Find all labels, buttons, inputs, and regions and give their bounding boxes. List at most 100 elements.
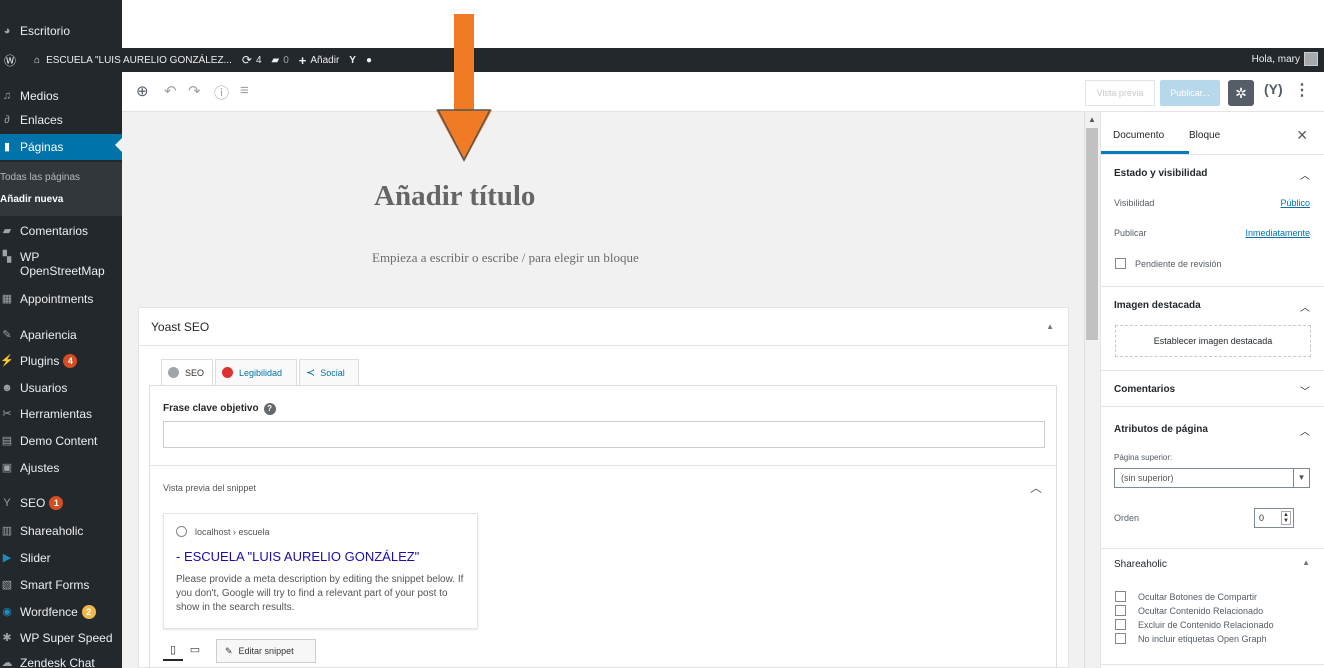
yoast-adminbar-icon[interactable]: Y — [349, 55, 356, 66]
chevron-up-icon[interactable]: ︿ — [1030, 479, 1042, 496]
users-icon: ☻ — [1, 382, 13, 394]
sidebar-item-slider[interactable]: ▶ Slider — [0, 551, 122, 565]
tab-bloque[interactable]: Bloque — [1189, 130, 1220, 141]
add-block-icon[interactable]: ⊕ — [136, 82, 149, 100]
sidebar-item-seo[interactable]: Y SEO 1 — [0, 496, 122, 510]
updates-count: 4 — [255, 54, 262, 66]
exclude-related-content-checkbox[interactable] — [1115, 619, 1126, 630]
status-visibility-title[interactable]: Estado y visibilidad — [1114, 168, 1207, 179]
submenu-add-new[interactable]: Añadir nueva — [0, 194, 63, 205]
chevron-up-icon[interactable]: ︿ — [1300, 423, 1310, 438]
sidebar-item-enlaces[interactable]: ∂ Enlaces — [0, 113, 122, 127]
chevron-up-icon[interactable]: ︿ — [1300, 299, 1310, 314]
sidebar-item-shareaholic[interactable]: ▥ Shareaholic — [0, 524, 122, 538]
order-number-input[interactable]: 0 ▲ ▼ — [1254, 508, 1294, 528]
sidebar-item-wp-super-speed[interactable]: ✱ WP Super Speed — [0, 631, 122, 645]
page-attributes-title[interactable]: Atributos de página — [1114, 424, 1208, 435]
featured-image-title[interactable]: Imagen destacada — [1114, 300, 1201, 311]
sidebar-item-smart-forms[interactable]: ▧ Smart Forms — [0, 578, 122, 592]
sidebar-item-paginas[interactable]: ▮ Páginas — [0, 134, 122, 160]
snippet-preview-label[interactable]: Vista previa del snippet — [163, 483, 256, 493]
scroll-up-arrow-icon[interactable]: ▲ — [1084, 115, 1100, 124]
yoast-panel-header[interactable]: Yoast SEO ▲ — [139, 308, 1068, 346]
sidebar-item-medios[interactable]: ♫ Medios — [0, 89, 122, 103]
yoast-toolbar-icon[interactable]: (Y) — [1264, 81, 1283, 97]
block-appender[interactable]: Empieza a escribir o escribe / para eleg… — [372, 250, 639, 266]
publish-button[interactable]: Publicar... — [1160, 80, 1220, 106]
divider — [1101, 154, 1324, 155]
sidebar-item-usuarios[interactable]: ☻ Usuarios — [0, 381, 122, 395]
sidebar-item-demo-content[interactable]: ▤ Demo Content — [0, 434, 122, 448]
sidebar-item-escritorio[interactable]: ◕ Escritorio — [0, 24, 122, 38]
tab-documento[interactable]: Documento — [1113, 130, 1164, 141]
info-icon[interactable]: ⓘ — [214, 82, 229, 103]
sidebar-item-ajustes[interactable]: ▣ Ajustes — [0, 461, 122, 475]
sidebar-item-openstreetmap[interactable]: ▚ WP OpenStreetMap — [0, 250, 122, 278]
submenu-all-pages[interactable]: Todas las páginas — [0, 172, 80, 183]
chevron-up-icon[interactable]: ︿ — [1300, 167, 1310, 182]
pending-review-checkbox[interactable] — [1115, 258, 1126, 269]
mobile-preview-icon[interactable]: ▯ — [163, 639, 183, 661]
collapse-caret-icon[interactable]: ▲ — [1046, 322, 1054, 331]
sidebar-item-comentarios[interactable]: ▰ Comentarios — [0, 224, 122, 238]
outline-icon[interactable]: ≡ — [240, 82, 249, 99]
tab-seo[interactable]: SEO — [161, 359, 213, 386]
sidebar-item-appointments[interactable]: ▦ Appointments — [0, 292, 122, 306]
sidebar-item-wordfence[interactable]: ◉ Wordfence 2 — [0, 605, 122, 619]
comment-bubble-icon: ▰ — [271, 54, 280, 66]
close-icon[interactable]: ✕ — [1296, 127, 1308, 144]
snippet-title: - ESCUELA "LUIS AURELIO GONZÁLEZ" — [176, 549, 420, 564]
post-title-input[interactable]: Añadir título — [374, 180, 535, 213]
publish-date-link[interactable]: Inmediatamente — [1245, 228, 1310, 238]
sidebar-item-label: Usuarios — [20, 381, 68, 395]
google-snippet-preview[interactable]: localhost › escuela - ESCUELA "LUIS AURE… — [163, 513, 478, 629]
yoast-seo-tab-content: Frase clave objetivo? Vista previa del s… — [149, 385, 1057, 668]
share-option-label: Ocultar Botones de Compartir — [1138, 592, 1258, 602]
undo-icon[interactable]: ↶ — [164, 82, 177, 100]
site-menu[interactable]: ⌂ ESCUELA "LUIS AURELIO GONZÁLEZ... — [34, 55, 232, 66]
parent-page-select[interactable]: (sin superior) ▼ — [1114, 468, 1310, 488]
avatar[interactable] — [1304, 52, 1318, 66]
user-greeting[interactable]: Hola, mary — [1252, 54, 1300, 65]
sidebar-item-label: Ajustes — [20, 461, 60, 475]
no-open-graph-checkbox[interactable] — [1115, 633, 1126, 644]
preview-button[interactable]: Vista previa — [1085, 80, 1155, 106]
tab-social[interactable]: ≺ Social — [299, 359, 359, 386]
divider — [1101, 548, 1324, 549]
redo-icon[interactable]: ↷ — [188, 82, 201, 100]
sidebar-item-plugins[interactable]: ⚡ Plugins 4 — [0, 354, 122, 368]
sidebar-item-herramientas[interactable]: ✂ Herramientas — [0, 407, 122, 421]
settings-gear-button[interactable]: ✲ — [1228, 80, 1254, 106]
tab-legibilidad[interactable]: Legibilidad — [215, 359, 297, 386]
chat-icon: ☁ — [1, 657, 13, 668]
sidebar-item-apariencia[interactable]: ✎ Apariencia — [0, 328, 122, 342]
set-featured-image-button[interactable]: Establecer imagen destacada — [1115, 325, 1311, 357]
sidebar-item-label: Smart Forms — [20, 578, 90, 592]
tab-label: Legibilidad — [239, 367, 283, 378]
hide-related-content-checkbox[interactable] — [1115, 605, 1126, 616]
desktop-preview-icon[interactable]: ▭ — [185, 639, 205, 661]
updates-icon: ⟳ — [241, 53, 252, 67]
comments-menu[interactable]: ▰ 0 — [272, 55, 289, 66]
collapse-caret-icon[interactable]: ▲ — [1302, 558, 1310, 567]
help-icon[interactable]: ? — [263, 403, 276, 415]
sidebar-item-zendesk-chat[interactable]: ☁ Zendesk Chat — [0, 656, 122, 668]
stepper-icon[interactable]: ▲ ▼ — [1281, 511, 1291, 525]
scrollbar-thumb[interactable] — [1086, 128, 1098, 340]
divider — [1101, 664, 1324, 665]
hide-share-buttons-checkbox[interactable] — [1115, 591, 1126, 602]
updates-menu[interactable]: ⟳ 4 — [242, 53, 262, 67]
visibility-link[interactable]: Público — [1280, 198, 1310, 208]
tab-label: SEO — [185, 367, 205, 378]
comments-section-title[interactable]: Comentarios — [1114, 384, 1175, 395]
gear-icon: ✲ — [1235, 84, 1247, 101]
forms-icon: ▧ — [1, 579, 13, 591]
focus-keyphrase-input[interactable] — [163, 421, 1045, 448]
chevron-down-icon[interactable]: ﹀ — [1300, 383, 1310, 398]
edit-snippet-button[interactable]: ✎ Editar snippet — [216, 639, 316, 663]
shareaholic-title[interactable]: Shareaholic — [1114, 559, 1167, 570]
wordpress-logo-icon[interactable]: Ⓦ — [4, 52, 16, 69]
more-options-icon[interactable]: ⋮ — [1294, 80, 1310, 100]
new-content-menu[interactable]: + Añadir — [299, 53, 340, 68]
site-name: ESCUELA "LUIS AURELIO GONZÁLEZ... — [46, 54, 232, 66]
